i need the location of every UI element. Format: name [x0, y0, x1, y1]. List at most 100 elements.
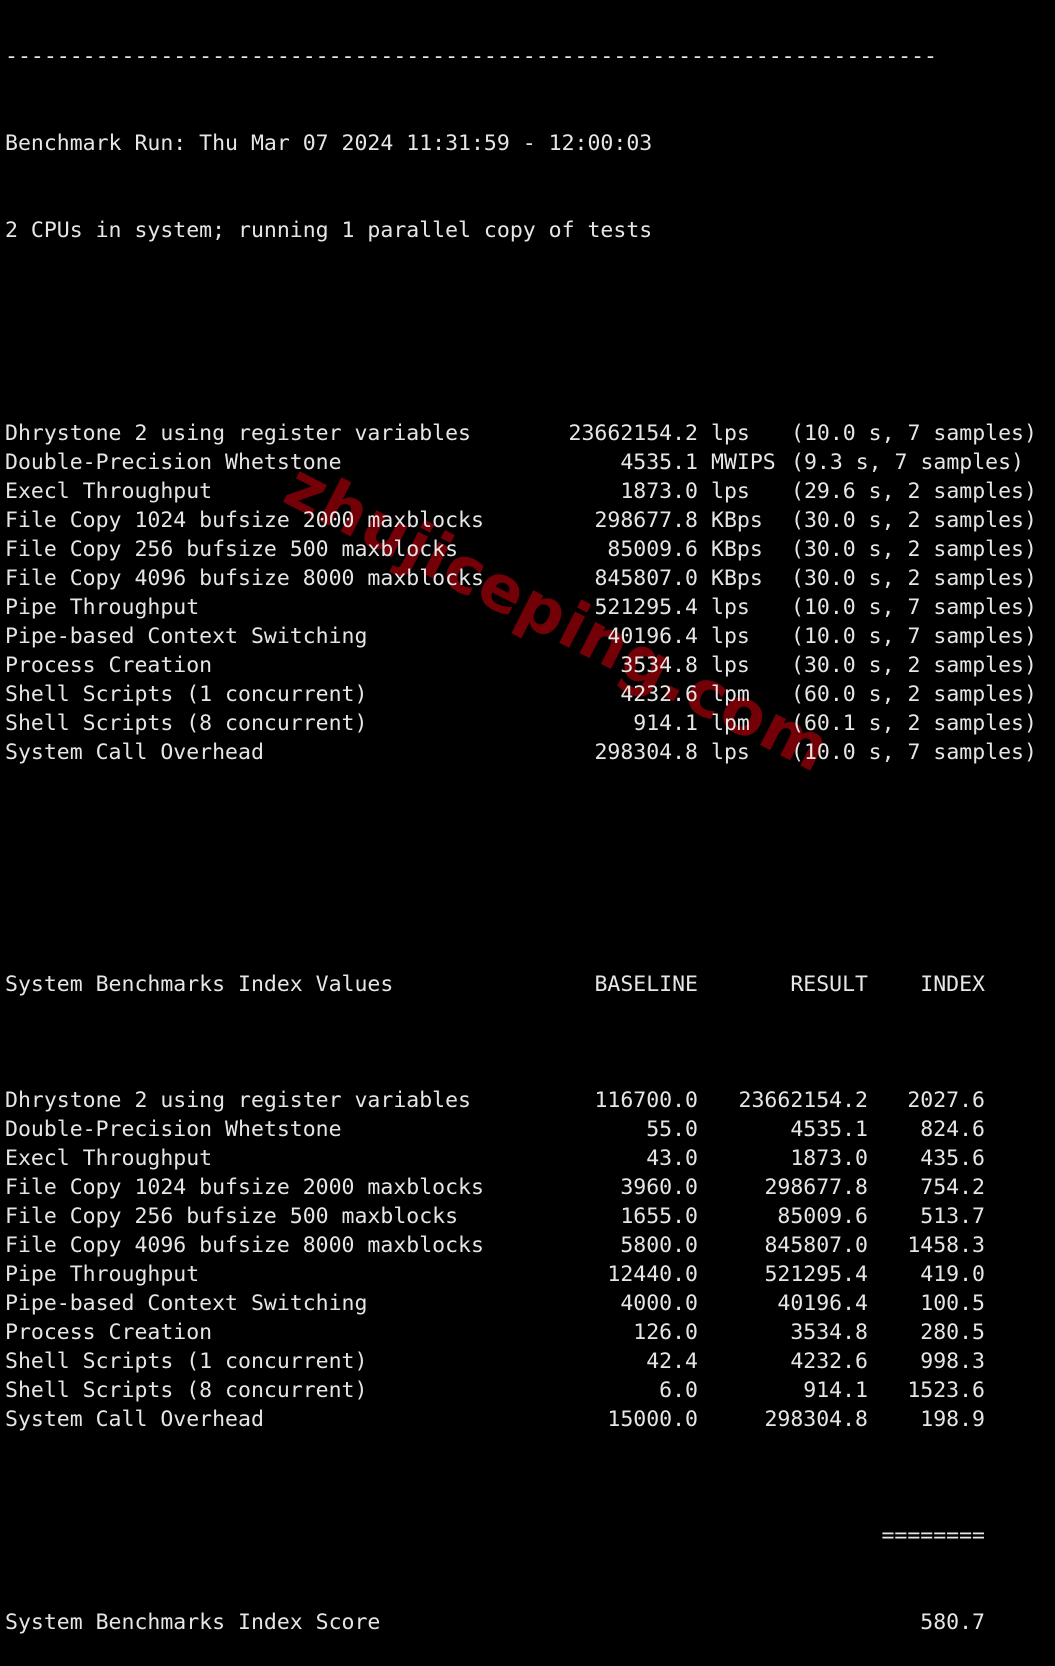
- index-baseline: 1655.0: [620, 1204, 698, 1229]
- test-name: Process Creation: [5, 653, 213, 678]
- cpu-info-line: 2 CPUs in system; running 1 parallel cop…: [5, 218, 653, 243]
- result-row: Shell Scripts (8 concurrent) 914.1 lpm (60.…: [5, 709, 1037, 738]
- index-row: Dhrystone 2 using register variables 1167…: [5, 1086, 1037, 1115]
- index-test-name: Execl Throughput: [5, 1146, 213, 1171]
- index-value: 100.5: [920, 1291, 985, 1316]
- result-row: Dhrystone 2 using register variables 2366…: [5, 419, 1037, 448]
- test-value: 298304.8: [594, 740, 698, 765]
- index-test-name: Shell Scripts (1 concurrent): [5, 1349, 368, 1374]
- result-row: Execl Throughput 1873.0 lps (29.6 s, 2 samp…: [5, 477, 1037, 506]
- result-row: File Copy 4096 bufsize 8000 maxblocks 845…: [5, 564, 1037, 593]
- index-value: 435.6: [920, 1146, 985, 1171]
- index-value: 513.7: [920, 1204, 985, 1229]
- test-unit: lps: [711, 653, 750, 678]
- score-value: 580.7: [920, 1610, 985, 1635]
- baseline-header: BASELINE: [594, 972, 698, 997]
- index-test-name: Process Creation: [5, 1320, 213, 1345]
- index-test-name: Double-Precision Whetstone: [5, 1117, 342, 1142]
- test-unit: lps: [711, 595, 750, 620]
- test-unit: lpm: [711, 711, 750, 736]
- result-row: File Copy 256 bufsize 500 maxblocks 85009…: [5, 535, 1037, 564]
- index-result: 4232.6: [790, 1349, 868, 1374]
- result-row: Shell Scripts (1 concurrent) 4232.6 lpm (60…: [5, 680, 1037, 709]
- index-result: 23662154.2: [738, 1088, 868, 1113]
- index-row: File Copy 1024 bufsize 2000 maxblocks 396…: [5, 1173, 1037, 1202]
- test-timing: (10.0 s, 7 samples): [791, 595, 1037, 620]
- test-name: File Copy 256 bufsize 500 maxblocks: [5, 537, 459, 562]
- result-row: Pipe Throughput 521295.4 lps (10.0 s, 7 sam…: [5, 593, 1037, 622]
- index-row: Shell Scripts (1 concurrent) 42.4 4232.6 99…: [5, 1347, 1037, 1376]
- test-value: 4535.1: [620, 450, 698, 475]
- test-unit: KBps: [711, 537, 763, 562]
- index-test-name: File Copy 4096 bufsize 8000 maxblocks: [5, 1233, 484, 1258]
- test-unit: lps: [711, 479, 750, 504]
- index-test-name: System Call Overhead: [5, 1407, 264, 1432]
- test-name: System Call Overhead: [5, 740, 264, 765]
- index-result: 298304.8: [764, 1407, 868, 1432]
- test-timing: (30.0 s, 2 samples): [791, 653, 1037, 678]
- index-test-name: Shell Scripts (8 concurrent): [5, 1378, 368, 1403]
- index-value: 824.6: [920, 1117, 985, 1142]
- separator-line: ----------------------------------------…: [5, 44, 937, 69]
- index-baseline: 15000.0: [607, 1407, 698, 1432]
- test-value: 298677.8: [594, 508, 698, 533]
- test-timing: (30.0 s, 2 samples): [791, 537, 1037, 562]
- index-row: Shell Scripts (8 concurrent) 6.0 914.1 1523…: [5, 1376, 1037, 1405]
- index-baseline: 4000.0: [620, 1291, 698, 1316]
- test-unit: lps: [711, 624, 750, 649]
- test-name: Shell Scripts (1 concurrent): [5, 682, 368, 707]
- index-result: 40196.4: [777, 1291, 868, 1316]
- result-row: Double-Precision Whetstone 4535.1 MWIPS (9.…: [5, 448, 1037, 477]
- test-timing: (10.0 s, 7 samples): [791, 421, 1037, 446]
- test-value: 4232.6: [620, 682, 698, 707]
- test-name: Dhrystone 2 using register variables: [5, 421, 471, 446]
- index-value: 1523.6: [907, 1378, 985, 1403]
- result-row: Process Creation 3534.8 lps (30.0 s, 2 samp…: [5, 651, 1037, 680]
- test-unit: KBps: [711, 566, 763, 591]
- test-name: Double-Precision Whetstone: [5, 450, 342, 475]
- test-name: Pipe Throughput: [5, 595, 200, 620]
- index-baseline: 43.0: [646, 1146, 698, 1171]
- index-result: 914.1: [803, 1378, 868, 1403]
- test-timing: (10.0 s, 7 samples): [791, 624, 1037, 649]
- test-name: Pipe-based Context Switching: [5, 624, 368, 649]
- index-value: 419.0: [920, 1262, 985, 1287]
- test-value: 521295.4: [594, 595, 698, 620]
- test-timing: (60.0 s, 2 samples): [791, 682, 1037, 707]
- index-value: 998.3: [920, 1349, 985, 1374]
- result-row: Pipe-based Context Switching 40196.4 lps (1…: [5, 622, 1037, 651]
- score-rule-row: ========: [5, 1521, 1037, 1550]
- test-unit: MWIPS: [711, 450, 776, 475]
- index-row: File Copy 256 bufsize 500 maxblocks 1655.…: [5, 1202, 1037, 1231]
- index-result: 3534.8: [790, 1320, 868, 1345]
- test-name: File Copy 1024 bufsize 2000 maxblocks: [5, 508, 484, 533]
- index-row: Pipe-based Context Switching 4000.0 40196.…: [5, 1289, 1037, 1318]
- index-baseline: 3960.0: [620, 1175, 698, 1200]
- index-value: 280.5: [920, 1320, 985, 1345]
- test-name: Execl Throughput: [5, 479, 213, 504]
- index-row: Double-Precision Whetstone 55.0 4535.1 824.…: [5, 1115, 1037, 1144]
- index-row: Pipe Throughput 12440.0 521295.4 419.0: [5, 1260, 1037, 1289]
- test-unit: lps: [711, 740, 750, 765]
- index-baseline: 42.4: [646, 1349, 698, 1374]
- index-test-name: Dhrystone 2 using register variables: [5, 1088, 471, 1113]
- test-value: 23662154.2: [568, 421, 698, 446]
- score-label: System Benchmarks Index Score: [5, 1610, 381, 1635]
- test-name: File Copy 4096 bufsize 8000 maxblocks: [5, 566, 484, 591]
- test-value: 914.1: [633, 711, 698, 736]
- index-row: File Copy 4096 bufsize 8000 maxblocks 580…: [5, 1231, 1037, 1260]
- result-row: File Copy 1024 bufsize 2000 maxblocks 298…: [5, 506, 1037, 535]
- index-row: Process Creation 126.0 3534.8 280.5: [5, 1318, 1037, 1347]
- test-timing: (10.0 s, 7 samples): [791, 740, 1037, 765]
- score-rule: ========: [881, 1523, 985, 1548]
- index-baseline: 6.0: [659, 1378, 698, 1403]
- index-row: Execl Throughput 43.0 1873.0 435.6: [5, 1144, 1037, 1173]
- test-value: 40196.4: [607, 624, 698, 649]
- benchmark-run-header: Benchmark Run: Thu Mar 07 2024 11:31:59 …: [5, 131, 653, 156]
- test-value: 3534.8: [620, 653, 698, 678]
- test-value: 85009.6: [607, 537, 698, 562]
- index-test-name: Pipe Throughput: [5, 1262, 200, 1287]
- test-unit: lpm: [711, 682, 750, 707]
- index-header-row: System Benchmarks Index Values BASELINE …: [5, 970, 1037, 999]
- index-result: 1873.0: [790, 1146, 868, 1171]
